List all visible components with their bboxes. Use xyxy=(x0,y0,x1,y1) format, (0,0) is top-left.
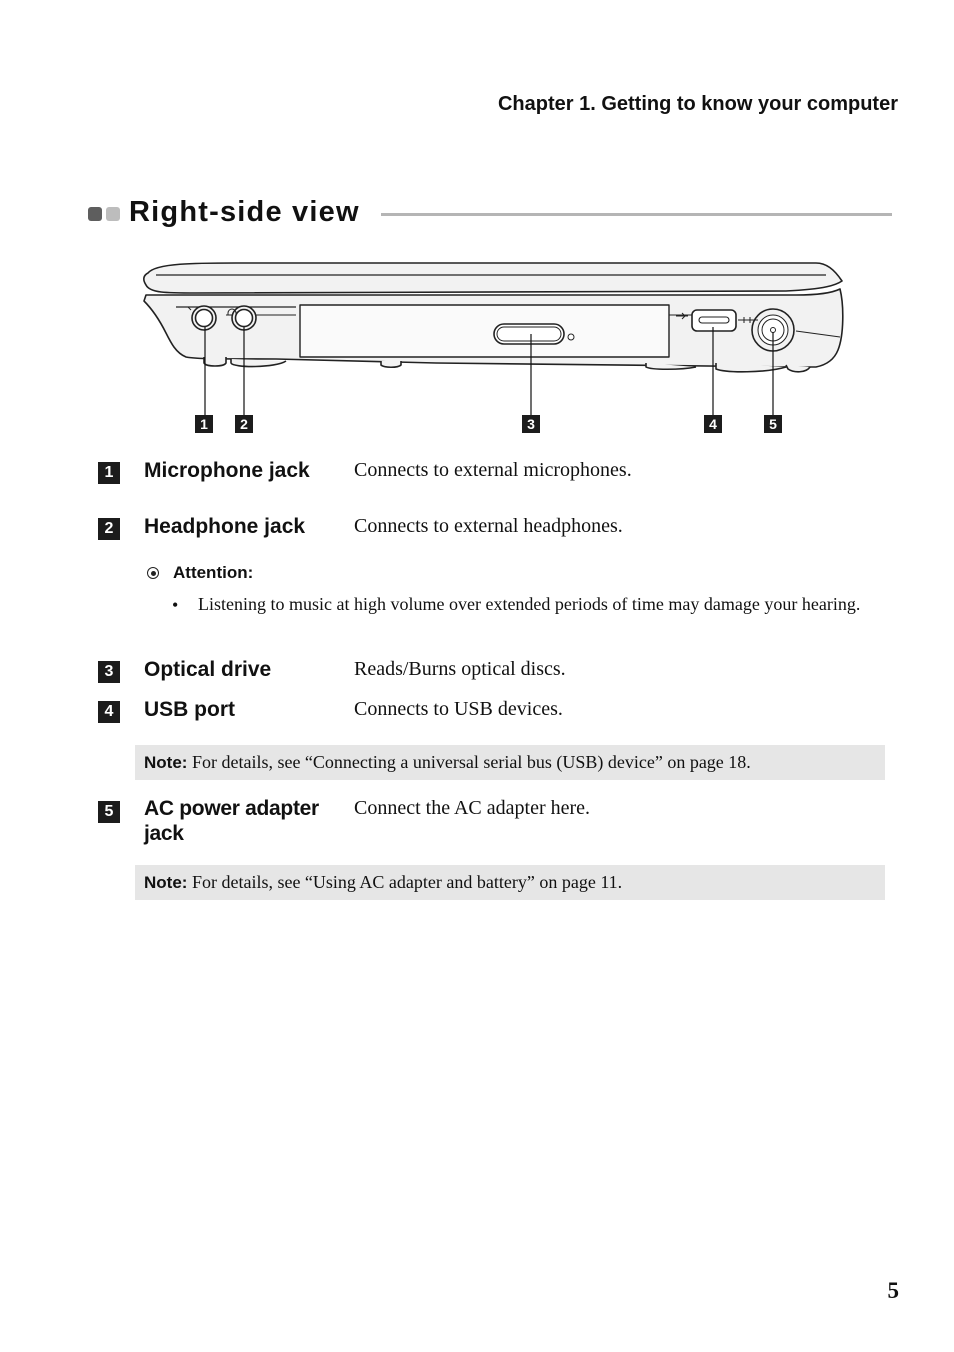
page-number: 5 xyxy=(887,1278,900,1303)
chapter-header: Chapter 1. Getting to know your computer xyxy=(497,93,898,115)
callout-3: 3 xyxy=(522,415,540,433)
note-usb: Note: For details, see “Connecting a uni… xyxy=(135,745,885,780)
item-number-badge: 4 xyxy=(98,701,120,723)
attention-label: Attention: xyxy=(173,563,254,582)
callout-5: 5 xyxy=(764,415,782,433)
item-name: Optical drive xyxy=(144,658,272,681)
laptop-lid xyxy=(143,262,843,294)
item-name: AC power adapter jack xyxy=(144,797,319,845)
note-label: Note: xyxy=(144,753,188,772)
note-text: For details, see “Using AC adapter and b… xyxy=(187,872,623,892)
section-title: Right-side view xyxy=(129,196,360,228)
attention-icon xyxy=(147,567,159,579)
item-name: USB port xyxy=(144,698,235,721)
item-description: Connects to external microphones. xyxy=(354,459,632,481)
heading-bullet-dark-icon xyxy=(88,207,102,221)
note-text: For details, see “Connecting a universal… xyxy=(187,752,751,772)
note-ac-adapter: Note: For details, see “Using AC adapter… xyxy=(135,865,885,900)
item-description: Reads/Burns optical discs. xyxy=(354,658,566,680)
item-number-badge: 1 xyxy=(98,462,120,484)
item-name: Headphone jack xyxy=(144,515,306,538)
callout-4: 4 xyxy=(704,415,722,433)
heading-bullet-light-icon xyxy=(106,207,120,221)
note-label: Note: xyxy=(144,873,188,892)
bullet-icon: • xyxy=(172,595,179,615)
item-number-badge: 2 xyxy=(98,518,120,540)
item-name: Microphone jack xyxy=(144,459,310,482)
callout-2: 2 xyxy=(235,415,253,433)
laptop-right-side-illustration xyxy=(143,262,844,415)
section-heading: Right-side view xyxy=(88,196,892,232)
item-description: Connect the AC adapter here. xyxy=(354,797,591,819)
item-description: Connects to external headphones. xyxy=(354,515,623,537)
optical-drive xyxy=(299,304,670,358)
title-rule xyxy=(381,213,892,216)
attention-bullet-text: Listening to music at high volume over e… xyxy=(198,594,861,614)
item-number-badge: 5 xyxy=(98,801,120,823)
item-number-badge: 3 xyxy=(98,661,120,683)
right-side-diagram: 1 2 3 4 5 xyxy=(136,255,856,440)
callout-1: 1 xyxy=(195,415,213,433)
item-description: Connects to USB devices. xyxy=(354,698,563,720)
